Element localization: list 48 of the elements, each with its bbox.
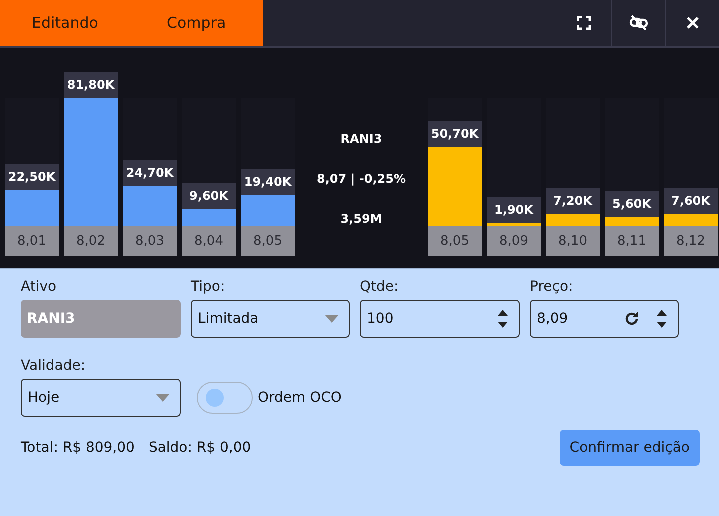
- expand-icon: [577, 16, 591, 30]
- quantity-field[interactable]: 100: [360, 300, 520, 338]
- field-label: Ativo: [21, 279, 58, 295]
- ticker-label: RANI3: [340, 132, 382, 146]
- dropdown-arrow-icon: [156, 394, 170, 402]
- asset-field: RANI3: [21, 300, 181, 338]
- volume-label: 3,59M: [340, 212, 382, 226]
- validity-dropdown[interactable]: Hoje: [21, 379, 181, 417]
- price-cell: 8,12: [664, 226, 718, 256]
- quantity-label: 22,50K: [5, 164, 59, 190]
- price-field[interactable]: 8,09: [530, 300, 679, 338]
- total-label: Total: R$ 809,00: [21, 440, 135, 456]
- price-cell: 8,05: [241, 226, 295, 256]
- quantity-label: 1,90K: [487, 196, 541, 223]
- refresh-icon[interactable]: [624, 311, 640, 327]
- quantity-label: 24,70K: [123, 160, 177, 186]
- stepper-arrows-icon[interactable]: [656, 308, 668, 330]
- price-cell: 8,03: [123, 226, 177, 256]
- dropdown-arrow-icon: [325, 315, 339, 323]
- close-icon: [686, 16, 700, 30]
- type-dropdown[interactable]: Limitada: [191, 300, 350, 338]
- price-cell: 8,10: [546, 226, 600, 256]
- quantity-label: 81,80K: [64, 72, 118, 98]
- broken-link-icon: [628, 15, 648, 31]
- field-label: Validade:: [21, 358, 87, 374]
- quantity-label: 19,40K: [241, 169, 295, 196]
- balance-label: Saldo: R$ 0,00: [148, 440, 252, 456]
- field-label: Qtde:: [360, 279, 400, 295]
- price-cell: 8,11: [605, 226, 659, 256]
- field-label: Preço:: [530, 279, 574, 295]
- quantity-label: 7,60K: [664, 188, 718, 214]
- confirm-button[interactable]: Confirmar edição: [560, 430, 700, 466]
- oco-label: Ordem OCO: [258, 390, 342, 406]
- quantity-label: 5,60K: [605, 191, 659, 218]
- quote-label: 8,07 | -0,25%: [317, 172, 406, 186]
- quantity-label: 9,60K: [182, 183, 236, 210]
- side-label: Compra: [167, 14, 226, 32]
- price-cell: 8,05: [428, 226, 482, 256]
- oco-toggle[interactable]: [197, 382, 253, 414]
- quantity-label: 7,20K: [546, 188, 600, 214]
- price-cell: 8,02: [64, 226, 118, 256]
- status-label: Editando: [32, 14, 100, 32]
- price-cell: 8,01: [5, 226, 59, 256]
- price-cell: 8,04: [182, 226, 236, 256]
- stepper-arrows-icon[interactable]: [497, 308, 509, 330]
- price-cell: 8,09: [487, 226, 541, 256]
- field-label: Tipo:: [191, 279, 226, 295]
- quantity-label: 50,70K: [428, 120, 482, 147]
